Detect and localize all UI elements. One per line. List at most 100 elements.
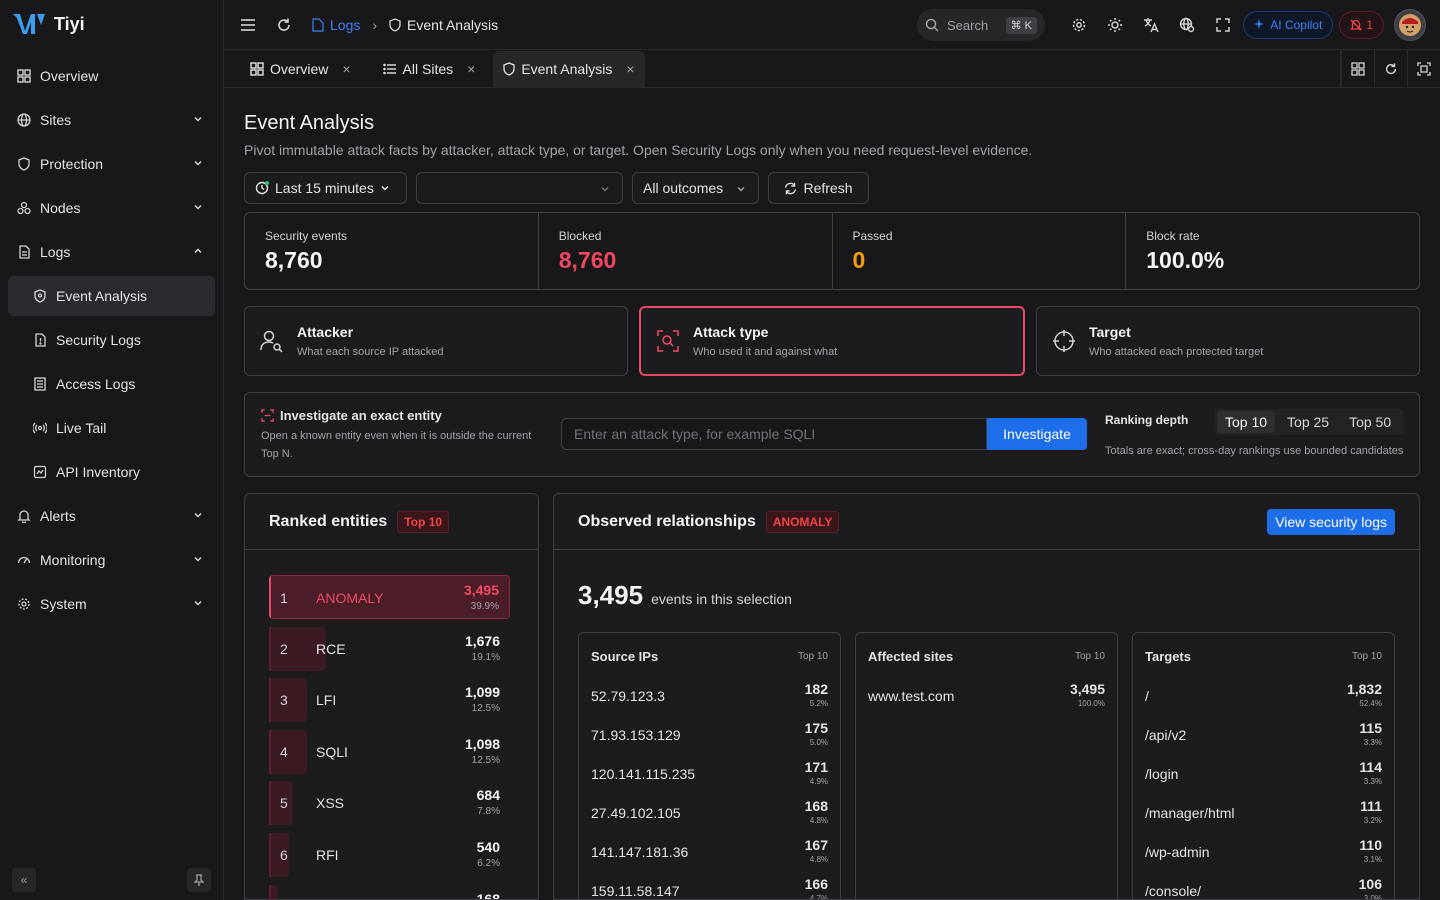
ranked-row[interactable]: 7168	[269, 884, 510, 899]
sidebar-item-alerts[interactable]: Alerts	[8, 496, 215, 536]
gear-icon	[16, 596, 32, 612]
sidebar-item-protection[interactable]: Protection	[8, 144, 215, 184]
sun-icon[interactable]	[1105, 15, 1125, 35]
row-key: /console/	[1145, 883, 1202, 899]
column-rows: / 1,832 52.4% /api/v2 115 3.3% /login 114 3.3% /m…	[1133, 664, 1394, 899]
site-select[interactable]	[416, 172, 623, 204]
sidebar-item-overview[interactable]: Overview	[8, 56, 215, 96]
row-percent: 3.3%	[1363, 777, 1382, 786]
share-bar	[271, 678, 307, 723]
ranking-option-top25[interactable]: Top 25	[1279, 411, 1337, 433]
row-count: 110	[1359, 837, 1382, 853]
ranked-row[interactable]: 5 XSS 684 7.8%	[269, 781, 510, 826]
entity-count: 540	[476, 838, 500, 855]
pivot-attack-type[interactable]: Attack type Who used it and against what	[639, 306, 1025, 376]
ranked-row[interactable]: 6 RFI 540 6.2%	[269, 832, 510, 877]
fullscreen-icon[interactable]	[1213, 15, 1233, 35]
tab-event-analysis[interactable]: Event Analysis ×	[493, 51, 645, 87]
sidebar-item-access-logs[interactable]: Access Logs	[8, 364, 215, 404]
relationship-row[interactable]: 27.49.102.105 168 4.8%	[579, 790, 840, 829]
reload-icon[interactable]	[274, 15, 294, 35]
sidebar-item-sites[interactable]: Sites	[8, 100, 215, 140]
sidebar-item-security-logs[interactable]: Security Logs	[8, 320, 215, 360]
entity-label: RCE	[316, 640, 346, 657]
investigate-title-text: Investigate an exact entity	[280, 408, 442, 423]
panel-title: Observed relationships	[578, 512, 756, 530]
relationship-row[interactable]: 120.141.115.235 171 4.9%	[579, 751, 840, 790]
alerts-button[interactable]: 1	[1339, 11, 1384, 39]
translate-icon[interactable]	[1141, 15, 1161, 35]
relationship-row[interactable]: 159.11.58.147 166 4.7%	[579, 868, 840, 899]
time-range-select[interactable]: Last 15 minutes	[244, 172, 407, 204]
stat-security-events: Security events 8,760	[245, 213, 539, 289]
relationship-row[interactable]: 71.93.153.129 175 5.0%	[579, 712, 840, 751]
outcome-select[interactable]: All outcomes	[632, 172, 759, 204]
document-icon	[16, 244, 32, 260]
sidebar-item-event-analysis[interactable]: Event Analysis	[8, 276, 215, 316]
chevron-down-icon	[601, 186, 609, 192]
refresh-button[interactable]: Refresh	[768, 172, 869, 204]
menu-icon[interactable]	[238, 15, 258, 35]
sidebar-item-live-tail[interactable]: Live Tail	[8, 408, 215, 448]
relationship-row[interactable]: 141.147.181.36 167 4.8%	[579, 829, 840, 868]
settings-icon[interactable]	[1069, 15, 1089, 35]
rank-number: 1	[280, 590, 288, 606]
refresh-tab-icon[interactable]	[1374, 50, 1407, 88]
pivot-attacker[interactable]: Attacker What each source IP attacked	[244, 306, 628, 376]
breadcrumb-logs-link[interactable]: Logs	[330, 17, 360, 33]
sidebar-item-system[interactable]: System	[8, 584, 215, 624]
close-icon[interactable]: ×	[626, 61, 634, 77]
relationship-row[interactable]: / 1,832 52.4%	[1133, 673, 1394, 712]
relationship-row[interactable]: /console/106 3.0%	[1133, 868, 1394, 899]
gauge-icon	[16, 552, 32, 568]
ranked-row[interactable]: 4 SQLI 1,098 12.5%	[269, 729, 510, 774]
view-security-logs-button[interactable]: View security logs	[1267, 508, 1395, 535]
user-search-icon	[260, 330, 283, 353]
ai-copilot-button[interactable]: AI Copilot	[1243, 11, 1334, 39]
investigate-desc: Open a known entity even when it is outs…	[261, 430, 532, 460]
entity-input[interactable]: Enter an attack type, for example SQLI	[561, 418, 987, 450]
ranked-row[interactable]: 3 LFI 1,099 12.5%	[269, 678, 510, 723]
source-ips-column: Source IPs Top 10 52.79.123.3 182 5.2% 71.93…	[578, 632, 841, 899]
avatar[interactable]	[1394, 9, 1426, 41]
ranked-row[interactable]: 1 ANOMALY 3,495 39.9%	[269, 575, 510, 619]
sidebar-item-monitoring[interactable]: Monitoring	[8, 540, 215, 580]
relationship-row[interactable]: 52.79.123.3 182 5.2%	[579, 673, 840, 712]
collapse-sidebar-icon[interactable]: «	[12, 868, 36, 892]
sidebar-item-nodes[interactable]: Nodes	[8, 188, 215, 228]
pivot-selector: Attacker What each source IP attacked Att…	[244, 306, 1420, 376]
row-count: 168	[804, 798, 828, 814]
relationship-row[interactable]: /wp-admin 110 3.1%	[1133, 829, 1394, 868]
focus-icon[interactable]	[1407, 50, 1440, 88]
relationship-row[interactable]: /login 114 3.3%	[1133, 751, 1394, 790]
search-button[interactable]: Search ⌘ K	[917, 9, 1045, 41]
file-alert-icon	[32, 332, 48, 348]
row-key: 120.141.115.235	[591, 766, 696, 782]
web-globe-icon[interactable]	[1177, 15, 1197, 35]
topbar: Logs › Event Analysis Search ⌘ K AI Copi…	[224, 0, 1440, 50]
tab-all-sites[interactable]: All Sites ×	[373, 51, 486, 87]
relationship-row[interactable]: www.test.com 3,495 100.0%	[856, 673, 1117, 712]
relationship-row[interactable]: /api/v2 115 3.3%	[1133, 712, 1394, 751]
shield-icon	[32, 288, 48, 304]
shield-icon	[16, 156, 32, 172]
relationship-row[interactable]: /manager/html 111 3.2%	[1133, 790, 1394, 829]
ranking-option-top10[interactable]: Top 10	[1217, 411, 1276, 433]
pin-icon[interactable]	[187, 868, 211, 892]
close-icon[interactable]: ×	[467, 61, 475, 77]
sidebar-item-api-inventory[interactable]: API Inventory	[8, 452, 215, 492]
breadcrumb: Logs › Event Analysis	[312, 17, 498, 33]
bell-off-icon	[1350, 19, 1363, 31]
grid-view-icon[interactable]	[1341, 50, 1374, 88]
pivot-target[interactable]: Target Who attacked each protected target	[1036, 306, 1420, 376]
close-icon[interactable]: ×	[342, 61, 350, 77]
logo-icon	[13, 14, 45, 34]
entity-percent: 12.5%	[471, 754, 500, 766]
ranked-row[interactable]: 2 RCE 1,676 19.1%	[269, 626, 510, 671]
sidebar-item-logs[interactable]: Logs	[8, 232, 215, 272]
ranking-option-top50[interactable]: Top 50	[1341, 411, 1399, 433]
tab-tools	[1340, 50, 1440, 88]
tab-overview[interactable]: Overview ×	[240, 51, 361, 87]
logo[interactable]: Tiyi	[0, 0, 223, 48]
investigate-button[interactable]: Investigate	[987, 418, 1087, 450]
